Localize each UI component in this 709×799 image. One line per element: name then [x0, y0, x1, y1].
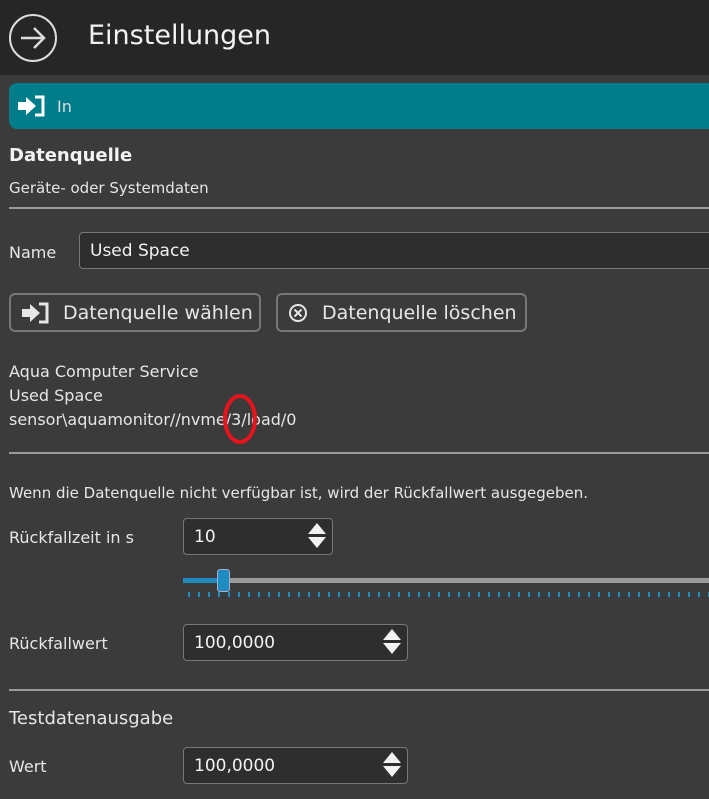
tab-label: In [57, 96, 72, 116]
fallback-time-slider[interactable] [183, 568, 709, 598]
sign-in-icon [18, 95, 45, 117]
decrement-icon[interactable] [383, 766, 401, 777]
divider [9, 689, 709, 691]
slider-thumb[interactable] [217, 569, 230, 592]
test-value: 100,0000 [194, 755, 276, 776]
title-bar: Einstellungen [0, 0, 709, 75]
delete-source-label: Datenquelle löschen [322, 301, 517, 324]
slider-ticks [188, 592, 709, 597]
spinner[interactable] [383, 752, 401, 777]
arrow-right-icon [21, 27, 46, 49]
spinner[interactable] [383, 629, 401, 654]
name-label: Name [9, 243, 57, 262]
delete-source-button[interactable]: Datenquelle löschen [276, 293, 527, 332]
choose-source-button[interactable]: Datenquelle wählen [9, 293, 261, 332]
section-heading: Datenquelle [9, 145, 133, 166]
sign-in-icon [22, 302, 49, 323]
fallback-value: 100,0000 [194, 632, 276, 653]
name-value: Used Space [90, 240, 190, 261]
fallback-time-value: 10 [194, 526, 216, 547]
name-input[interactable]: Used Space [79, 232, 709, 269]
fallback-time-label: Rückfallzeit in s [9, 528, 134, 547]
decrement-icon[interactable] [383, 643, 401, 654]
close-circle-icon [289, 303, 307, 322]
increment-icon[interactable] [383, 752, 401, 763]
tab-in[interactable]: In [9, 83, 709, 129]
annotation-ellipse [223, 394, 257, 444]
fallback-value-label: Rückfallwert [9, 634, 108, 653]
spinner[interactable] [308, 523, 326, 548]
fallback-time-input[interactable]: 10 [183, 518, 333, 555]
fallback-value-input[interactable]: 100,0000 [183, 624, 408, 661]
section-subtitle: Geräte- oder Systemdaten [9, 179, 209, 197]
test-heading: Testdatenausgabe [9, 708, 174, 729]
decrement-icon[interactable] [308, 537, 326, 548]
slider-fill [183, 578, 219, 583]
source-service: Aqua Computer Service [9, 362, 199, 381]
choose-source-label: Datenquelle wählen [63, 301, 253, 324]
page-title: Einstellungen [88, 20, 272, 51]
test-value-label: Wert [9, 757, 47, 776]
fallback-note: Wenn die Datenquelle nicht verfügbar ist… [9, 484, 588, 502]
divider [9, 207, 709, 209]
increment-icon[interactable] [383, 629, 401, 640]
back-button[interactable] [9, 14, 57, 62]
divider [9, 452, 709, 454]
increment-icon[interactable] [308, 523, 326, 534]
test-value-input[interactable]: 100,0000 [183, 747, 408, 784]
